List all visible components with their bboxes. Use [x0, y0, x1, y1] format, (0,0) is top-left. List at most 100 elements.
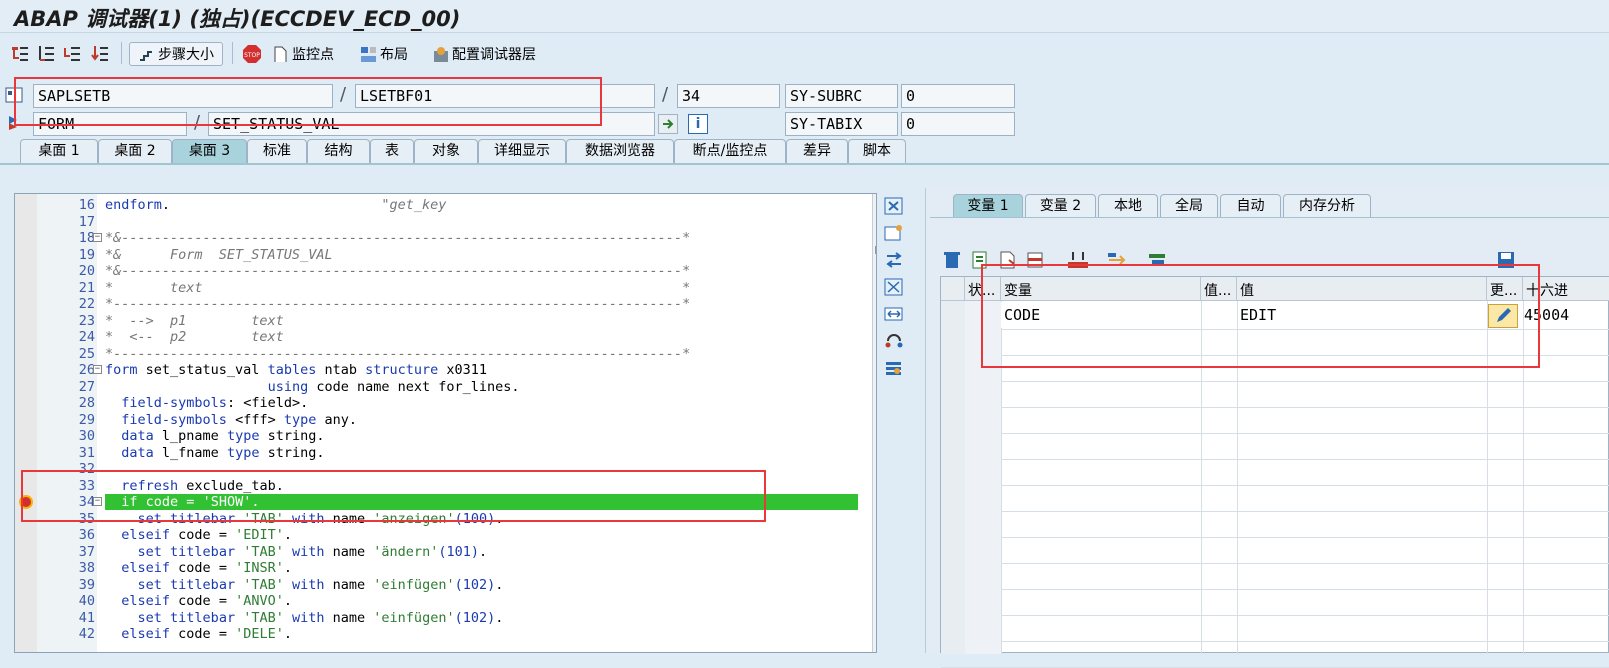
- tab-12[interactable]: 脚本: [848, 139, 906, 163]
- line-number: 18: [78, 230, 95, 246]
- toolbar: 步骤大小 STOP 监控点 布局 配置调试器层: [0, 34, 1609, 74]
- step-into-icon[interactable]: [10, 42, 32, 66]
- resize-icon[interactable]: [884, 305, 904, 323]
- code-line[interactable]: 37 set titlebar 'TAB' with name 'ändern'…: [15, 544, 858, 561]
- code-line[interactable]: 41 set titlebar 'TAB' with name 'einfüge…: [15, 610, 858, 627]
- code-line[interactable]: 31 data l_fname type string.: [15, 445, 858, 462]
- line-number: 27: [78, 378, 95, 395]
- code-text: field-symbols <fff> type any.: [121, 411, 357, 428]
- execute-icon[interactable]: [37, 42, 59, 66]
- grid-row-line: [941, 615, 1609, 616]
- code-line[interactable]: 40 elseif code = 'ANVO'.: [15, 593, 858, 610]
- tab-8[interactable]: 详细显示: [478, 139, 566, 163]
- separator: [232, 42, 233, 64]
- var-tab-1[interactable]: 变量 1: [953, 194, 1023, 218]
- code-line[interactable]: 22 *-------------------------------------…: [15, 296, 858, 313]
- code-line[interactable]: 18− *&-----------------------------------…: [15, 230, 858, 247]
- line-number: 40: [78, 593, 95, 609]
- tab-2[interactable]: 桌面 2: [98, 139, 172, 163]
- code-text: using code name next for_lines.: [267, 378, 520, 395]
- line-number: 42: [78, 626, 95, 642]
- layout-button[interactable]: 布局: [360, 42, 408, 66]
- line-number: 22: [78, 296, 95, 312]
- source-editor[interactable]: 16 endform. "get_key 17 18− *&--------------…: [14, 193, 877, 653]
- code-line[interactable]: 29 field-symbols <fff> type any.: [15, 412, 858, 429]
- watchpoint-button[interactable]: 监控点: [272, 42, 334, 66]
- var-tab-3[interactable]: 本地: [1098, 194, 1158, 218]
- code-text: *&--------------------------------------…: [105, 263, 691, 279]
- scroll-thumb[interactable]: [875, 246, 876, 254]
- code-line[interactable]: 25 *-------------------------------------…: [15, 346, 858, 363]
- line-number: 19: [78, 246, 95, 263]
- vertical-scrollbar[interactable]: ▲ ▼: [872, 194, 876, 652]
- tool-settings-icon[interactable]: [884, 359, 904, 377]
- sy-subrc-label: SY-SUBRC: [785, 84, 898, 108]
- code-text: * text *: [105, 279, 691, 296]
- code-text: *---------------------------------------…: [105, 296, 691, 312]
- step-size-button[interactable]: 步骤大小: [129, 42, 223, 66]
- line-number: 39: [78, 576, 95, 593]
- code-line[interactable]: 16 endform. "get_key: [15, 197, 858, 214]
- code-text: * <-- p2 text: [105, 329, 284, 345]
- continue-icon[interactable]: [90, 42, 112, 66]
- sy-subrc-value[interactable]: 0: [901, 84, 1015, 108]
- grid-row-line: [941, 407, 1609, 408]
- code-line[interactable]: 19 *& Form SET_STATUS_VAL: [15, 247, 858, 264]
- tab-3[interactable]: 桌面 3: [172, 139, 247, 163]
- code-line[interactable]: 26− form set_status_val tables ntab struc…: [15, 362, 858, 379]
- navigate-icon[interactable]: [658, 114, 678, 134]
- tab-7[interactable]: 对象: [414, 139, 478, 163]
- stop-button[interactable]: STOP: [242, 42, 262, 66]
- tab-6[interactable]: 表: [370, 139, 414, 163]
- code-line[interactable]: 30 data l_pname type string.: [15, 428, 858, 445]
- info-icon[interactable]: i: [688, 114, 708, 134]
- refresh-icon[interactable]: [884, 332, 904, 350]
- swap-icon[interactable]: [884, 251, 904, 269]
- return-icon[interactable]: [63, 42, 85, 66]
- tab-10[interactable]: 断点/监控点: [674, 139, 786, 163]
- var-tab-6[interactable]: 内存分析: [1283, 194, 1371, 218]
- tab-divider: [0, 163, 1609, 165]
- code-line[interactable]: 23 * --> p1 text: [15, 313, 858, 330]
- code-line[interactable]: 36 elseif code = 'EDIT'.: [15, 527, 858, 544]
- line-number: 28: [78, 395, 95, 411]
- code-line[interactable]: 39 set titlebar 'TAB' with name 'einfüge…: [15, 577, 858, 594]
- maximize-icon[interactable]: [884, 278, 904, 296]
- collapse-icon[interactable]: −: [93, 365, 102, 374]
- code-line[interactable]: 24 * <-- p2 text: [15, 329, 858, 346]
- delete-icon[interactable]: [942, 250, 962, 274]
- tab-1[interactable]: 桌面 1: [20, 139, 98, 163]
- close-icon[interactable]: [884, 197, 904, 215]
- line-number: 20: [78, 263, 95, 279]
- config-layer-button[interactable]: 配置调试器层: [432, 42, 536, 66]
- code-text: *---------------------------------------…: [105, 345, 691, 362]
- new-tool-icon[interactable]: [884, 224, 904, 242]
- var-tab-2[interactable]: 变量 2: [1025, 194, 1096, 218]
- row-selector-column[interactable]: [941, 301, 965, 654]
- grid-row-line: [941, 563, 1609, 564]
- code-line[interactable]: 20 *&------------------------------------…: [15, 263, 858, 280]
- tab-11[interactable]: 差异: [786, 139, 848, 163]
- var-tab-5[interactable]: 自动: [1220, 194, 1281, 218]
- grid-row-line: [941, 537, 1609, 538]
- sy-tabix-value[interactable]: 0: [901, 112, 1015, 136]
- collapse-icon[interactable]: −: [93, 233, 102, 242]
- line-number: 23: [78, 312, 95, 329]
- tab-5[interactable]: 结构: [307, 139, 370, 163]
- line-number: 29: [78, 411, 95, 428]
- code-line[interactable]: 21 * text *: [15, 280, 858, 297]
- code-line[interactable]: 38 elseif code = 'INSR'.: [15, 560, 858, 577]
- highlight-box: [981, 264, 1540, 368]
- code-text: *&--------------------------------------…: [105, 230, 691, 246]
- line-field[interactable]: 34: [677, 84, 780, 108]
- code-line[interactable]: 17: [15, 214, 858, 231]
- code-line[interactable]: 28 field-symbols: <field>.: [15, 395, 858, 412]
- code-area[interactable]: 16 endform. "get_key 17 18− *&--------------…: [15, 194, 872, 652]
- tab-4[interactable]: 标准: [247, 139, 307, 163]
- line-number: 26: [78, 362, 95, 378]
- svg-text:STOP: STOP: [244, 52, 260, 59]
- tab-9[interactable]: 数据浏览器: [566, 139, 674, 163]
- var-tab-4[interactable]: 全局: [1160, 194, 1218, 218]
- code-line[interactable]: 42 elseif code = 'DELE'.: [15, 626, 858, 643]
- code-line[interactable]: 27 using code name next for_lines.: [15, 379, 858, 396]
